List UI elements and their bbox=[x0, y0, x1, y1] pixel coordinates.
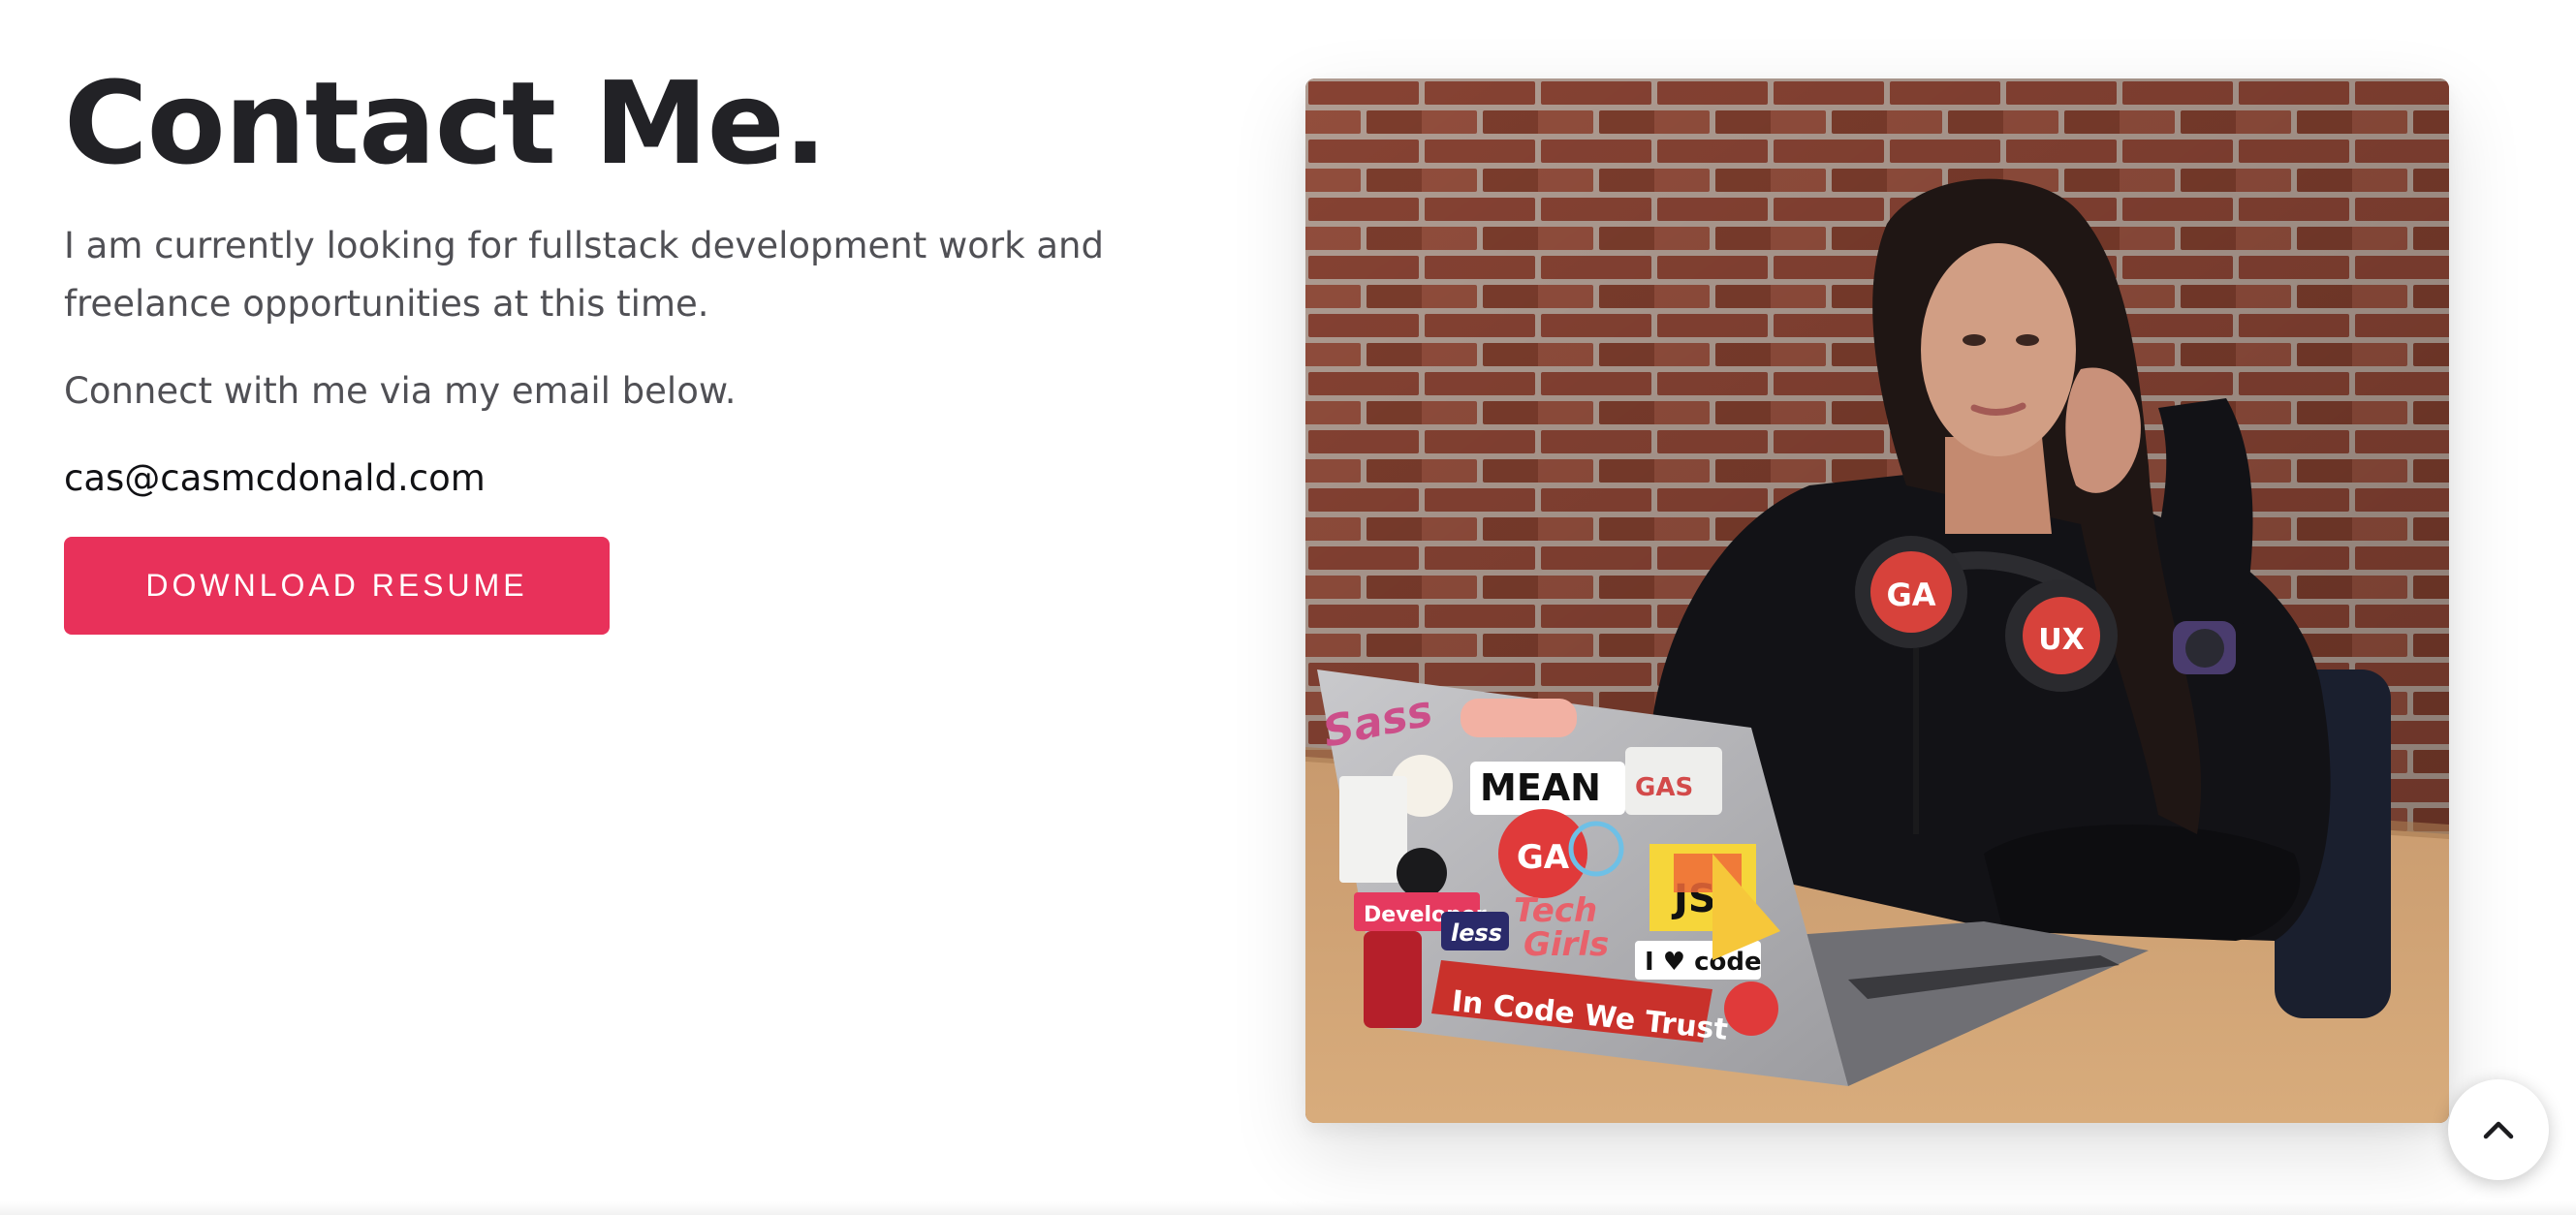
svg-text:MEAN: MEAN bbox=[1480, 766, 1601, 809]
email-link[interactable]: cas@casmcdonald.com bbox=[64, 450, 1169, 508]
svg-text:UX: UX bbox=[2038, 623, 2085, 657]
svg-text:Tech: Tech bbox=[1514, 891, 1597, 930]
section-divider bbox=[0, 1201, 2576, 1215]
availability-text: I am currently looking for fullstack dev… bbox=[64, 225, 1104, 325]
svg-text:I ♥ code: I ♥ code bbox=[1645, 948, 1762, 977]
contact-text-column: Contact Me. I am currently looking for f… bbox=[64, 50, 1169, 635]
svg-text:GAS: GAS bbox=[1635, 773, 1693, 802]
scroll-to-top-button[interactable] bbox=[2448, 1079, 2549, 1180]
connect-text: Connect with me via my email below. bbox=[64, 370, 737, 412]
profile-photo: GA UX Sass MEAN GA Tech Girls JS I ♥ cod… bbox=[1305, 78, 2449, 1123]
page-title: Contact Me. bbox=[64, 56, 827, 190]
svg-text:GA: GA bbox=[1517, 838, 1570, 877]
svg-text:Girls: Girls bbox=[1524, 925, 1609, 964]
download-resume-button[interactable]: DOWNLOAD RESUME bbox=[64, 537, 610, 635]
chevron-up-icon bbox=[2483, 1121, 2514, 1139]
svg-text:GA: GA bbox=[1886, 576, 1935, 613]
contact-section: Contact Me. I am currently looking for f… bbox=[0, 0, 2576, 1215]
svg-text:less: less bbox=[1451, 919, 1502, 947]
profile-photo-illustration: GA UX Sass MEAN GA Tech Girls JS I ♥ cod… bbox=[1305, 78, 2449, 1123]
